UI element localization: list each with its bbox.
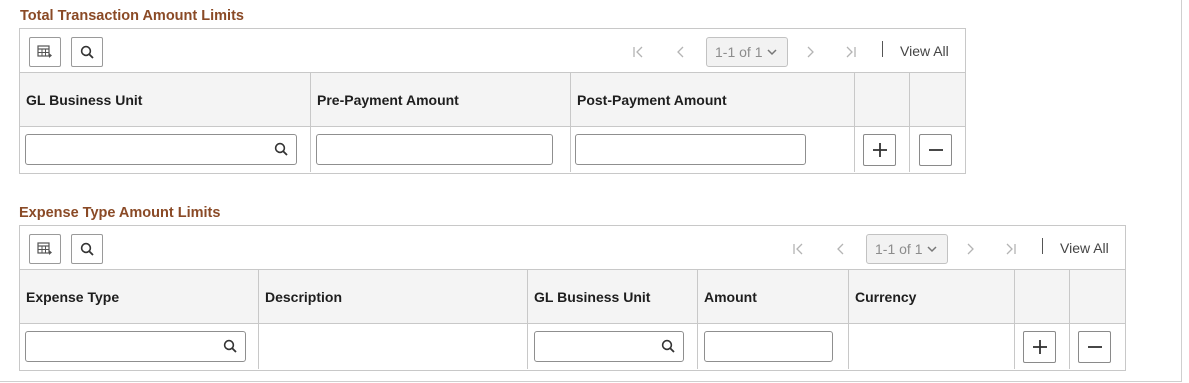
minus-icon	[928, 149, 943, 151]
grid-personalize-button[interactable]	[29, 234, 61, 264]
page-select[interactable]: 1-1 of 1	[866, 234, 948, 264]
last-page-button[interactable]	[1005, 234, 1017, 264]
search-icon	[661, 339, 675, 353]
grid-settings-icon	[37, 242, 52, 255]
first-page-button[interactable]	[792, 234, 804, 264]
last-page-icon	[1006, 243, 1016, 255]
cell-description	[259, 324, 528, 369]
post-payment-amount-field[interactable]	[575, 134, 806, 165]
toolbar-divider	[1042, 238, 1043, 254]
grid-find-button[interactable]	[71, 37, 103, 67]
page-select[interactable]: 1-1 of 1	[706, 37, 788, 67]
col-header-add	[1015, 270, 1070, 323]
cell-gl-business-unit	[528, 324, 698, 369]
cell-add	[855, 127, 910, 172]
col-header-amount: Amount	[698, 270, 849, 323]
total-limits-grid: 1-1 of 1 View All GL Business Unit Pre-P…	[19, 28, 966, 174]
next-page-button[interactable]	[806, 37, 816, 67]
search-icon	[223, 339, 237, 353]
expense-limits-grid: 1-1 of 1 View All Expense Type Descripti…	[19, 225, 1126, 371]
amount-field[interactable]	[704, 331, 833, 362]
cell-delete	[1070, 324, 1125, 369]
delete-row-button[interactable]	[1078, 331, 1111, 363]
page-range: 1-1 of 1	[715, 44, 763, 60]
cell-post-payment-amount	[571, 127, 855, 172]
search-icon	[80, 45, 94, 59]
col-header-currency: Currency	[849, 270, 1015, 323]
pre-payment-amount-field[interactable]	[316, 134, 553, 165]
gl-business-unit-field[interactable]	[25, 134, 297, 165]
gl-business-unit-lookup[interactable]	[661, 339, 675, 358]
grid-settings-icon	[37, 45, 52, 58]
last-page-icon	[846, 46, 856, 58]
previous-page-icon	[837, 243, 844, 255]
expense-limits-header-row: Expense Type Description GL Business Uni…	[20, 270, 1125, 324]
cell-amount	[698, 324, 849, 369]
expense-type-lookup[interactable]	[223, 339, 237, 358]
expense-type-field[interactable]	[25, 331, 246, 362]
col-header-description: Description	[259, 270, 528, 323]
delete-row-button[interactable]	[919, 134, 952, 166]
grid-personalize-button[interactable]	[29, 37, 61, 67]
total-limits-toolbar: 1-1 of 1 View All	[20, 29, 965, 73]
expense-limits-toolbar: 1-1 of 1 View All	[20, 226, 1125, 270]
col-header-gl-business-unit: GL Business Unit	[20, 73, 311, 126]
minus-icon	[1087, 346, 1102, 348]
page-range: 1-1 of 1	[875, 241, 923, 257]
previous-page-icon	[677, 46, 684, 58]
col-header-add	[855, 73, 910, 126]
chevron-down-icon	[927, 246, 938, 253]
next-page-icon	[967, 243, 974, 255]
col-header-expense-type: Expense Type	[20, 270, 259, 323]
cell-add	[1015, 324, 1070, 369]
gl-business-unit-lookup[interactable]	[274, 142, 288, 161]
view-all-link[interactable]: View All	[900, 43, 949, 59]
view-all-link[interactable]: View All	[1060, 240, 1109, 256]
search-icon	[274, 142, 288, 156]
first-page-button[interactable]	[632, 37, 644, 67]
cell-gl-business-unit	[20, 127, 311, 172]
plus-icon	[1032, 340, 1047, 354]
chevron-down-icon	[767, 49, 778, 56]
previous-page-button[interactable]	[675, 37, 685, 67]
table-row	[20, 127, 965, 172]
cell-delete	[910, 127, 965, 172]
last-page-button[interactable]	[845, 37, 857, 67]
total-limits-header-row: GL Business Unit Pre-Payment Amount Post…	[20, 73, 965, 127]
previous-page-button[interactable]	[835, 234, 845, 264]
cell-expense-type	[20, 324, 259, 369]
col-header-delete	[1070, 270, 1125, 323]
expense-limits-title: Expense Type Amount Limits	[19, 205, 221, 221]
add-row-button[interactable]	[1023, 331, 1056, 363]
search-icon	[80, 242, 94, 256]
next-page-icon	[807, 46, 814, 58]
cell-pre-payment-amount	[311, 127, 571, 172]
next-page-button[interactable]	[966, 234, 976, 264]
first-page-icon	[633, 46, 643, 58]
cell-currency	[849, 324, 1015, 369]
first-page-icon	[793, 243, 803, 255]
grid-find-button[interactable]	[71, 234, 103, 264]
toolbar-divider	[882, 41, 883, 57]
total-limits-title: Total Transaction Amount Limits	[20, 8, 244, 24]
add-row-button[interactable]	[863, 134, 896, 166]
plus-icon	[872, 143, 887, 157]
col-header-pre-payment-amount: Pre-Payment Amount	[311, 73, 571, 126]
col-header-delete	[910, 73, 965, 126]
col-header-gl-business-unit: GL Business Unit	[528, 270, 698, 323]
col-header-post-payment-amount: Post-Payment Amount	[571, 73, 855, 126]
table-row	[20, 324, 1125, 369]
